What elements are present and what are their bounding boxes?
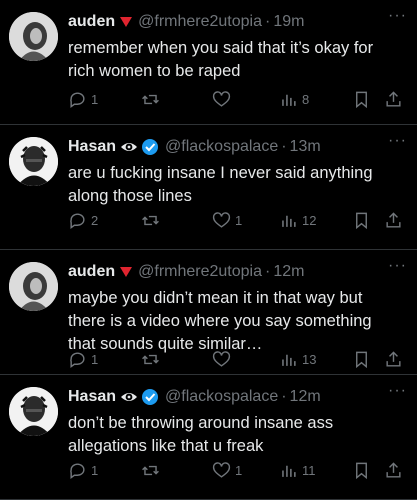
action-bar: 2 1 12 (68, 209, 407, 231)
display-name[interactable]: Hasan (68, 138, 116, 156)
views-icon (282, 354, 296, 366)
reply-button[interactable]: 2 (68, 209, 98, 231)
tweet[interactable]: Hasan @flackospalace · 13m ··· are u fuc… (0, 125, 417, 250)
timestamp[interactable]: 19m (273, 13, 304, 31)
bookmark-button[interactable] (352, 88, 371, 110)
bookmark-icon (356, 91, 367, 108)
separator-dot: · (281, 138, 287, 155)
more-options-icon[interactable]: ··· (388, 382, 407, 400)
reply-count: 1 (91, 91, 99, 107)
timestamp[interactable]: 12m (273, 263, 304, 281)
display-name[interactable]: Hasan (68, 388, 116, 406)
retweet-icon (142, 215, 159, 225)
view-count: 8 (302, 91, 310, 107)
reply-button[interactable]: 1 (68, 88, 98, 110)
view-count: 11 (302, 462, 316, 478)
bookmark-icon (356, 351, 367, 368)
share-icon (386, 211, 401, 228)
eye-and-verified-icon (120, 138, 160, 156)
share-button[interactable] (384, 209, 403, 231)
share-icon (386, 350, 401, 367)
views-button[interactable]: 12 (279, 209, 316, 231)
display-name[interactable]: auden (68, 13, 115, 31)
retweet-button[interactable] (141, 209, 164, 231)
action-bar: 1 1 11 (68, 459, 407, 481)
avatar[interactable] (9, 262, 58, 311)
views-button[interactable]: 8 (279, 88, 309, 110)
avatar[interactable] (9, 12, 58, 61)
reply-button[interactable]: 1 (68, 459, 98, 481)
bookmark-button[interactable] (352, 209, 371, 231)
display-name[interactable]: auden (68, 263, 115, 281)
tweet-text: are u fucking insane I never said anythi… (68, 164, 373, 205)
views-button[interactable]: 13 (279, 348, 316, 370)
like-button[interactable] (212, 348, 235, 370)
heart-icon (212, 211, 231, 228)
retweet-button[interactable] (141, 459, 164, 481)
like-button[interactable]: 1 (212, 209, 242, 231)
share-icon (386, 90, 401, 107)
retweet-icon (142, 354, 159, 364)
retweet-button[interactable] (141, 348, 164, 370)
avatar[interactable] (9, 387, 58, 436)
bookmark-icon (356, 462, 367, 479)
views-button[interactable]: 11 (279, 459, 316, 481)
eye-and-verified-icon (120, 388, 160, 406)
tweet-text: remember when you said that it’s okay fo… (68, 39, 374, 80)
bookmark-button[interactable] (352, 459, 371, 481)
tweet[interactable]: auden @frmhere2utopia · 19m ··· remember… (0, 0, 417, 125)
separator-dot: · (264, 13, 271, 30)
separator-dot: · (264, 263, 271, 280)
more-options-icon[interactable]: ··· (388, 257, 407, 275)
reply-icon (70, 91, 85, 108)
like-button[interactable] (212, 88, 235, 110)
reply-count: 1 (91, 462, 99, 478)
red-triangle-icon (119, 266, 133, 278)
views-icon (282, 94, 296, 106)
timestamp[interactable]: 13m (290, 138, 321, 156)
handle[interactable]: @flackospalace (165, 388, 278, 406)
views-icon (282, 465, 296, 477)
handle[interactable]: @frmhere2utopia (138, 13, 262, 31)
share-button[interactable] (384, 459, 403, 481)
avatar[interactable] (9, 137, 58, 186)
tweet-text: don’t be throwing around insane ass alle… (68, 414, 334, 455)
heart-icon (212, 350, 231, 367)
heart-icon (212, 90, 231, 107)
bookmark-icon (356, 212, 367, 229)
handle[interactable]: @flackospalace (165, 138, 278, 156)
separator-dot: · (281, 388, 287, 405)
share-icon (386, 461, 401, 478)
retweet-icon (142, 94, 159, 104)
reply-count: 2 (91, 212, 99, 228)
view-count: 12 (302, 212, 317, 228)
reply-icon (70, 462, 85, 479)
red-triangle-icon (119, 16, 133, 28)
action-bar: 1 13 (68, 348, 407, 370)
reply-icon (70, 351, 85, 368)
tweet[interactable]: auden @frmhere2utopia · 12m ··· maybe yo… (0, 250, 417, 375)
views-icon (282, 215, 296, 227)
reply-count: 1 (91, 351, 99, 367)
like-button[interactable]: 1 (212, 459, 242, 481)
action-bar: 1 8 (68, 88, 407, 110)
view-count: 13 (302, 351, 317, 367)
share-button[interactable] (384, 88, 403, 110)
more-options-icon[interactable]: ··· (388, 7, 407, 25)
tweet[interactable]: Hasan @flackospalace · 12m ··· don’t be … (0, 375, 417, 500)
bookmark-button[interactable] (352, 348, 371, 370)
heart-icon (212, 461, 231, 478)
like-count: 1 (235, 462, 243, 478)
timestamp[interactable]: 12m (290, 388, 321, 406)
handle[interactable]: @frmhere2utopia (138, 263, 262, 281)
more-options-icon[interactable]: ··· (388, 132, 407, 150)
like-count: 1 (235, 212, 243, 228)
tweet-text: maybe you didn’t mean it in that way but… (68, 289, 372, 353)
retweet-icon (142, 465, 159, 475)
share-button[interactable] (384, 348, 403, 370)
reply-icon (70, 212, 85, 229)
retweet-button[interactable] (141, 88, 164, 110)
reply-button[interactable]: 1 (68, 348, 98, 370)
